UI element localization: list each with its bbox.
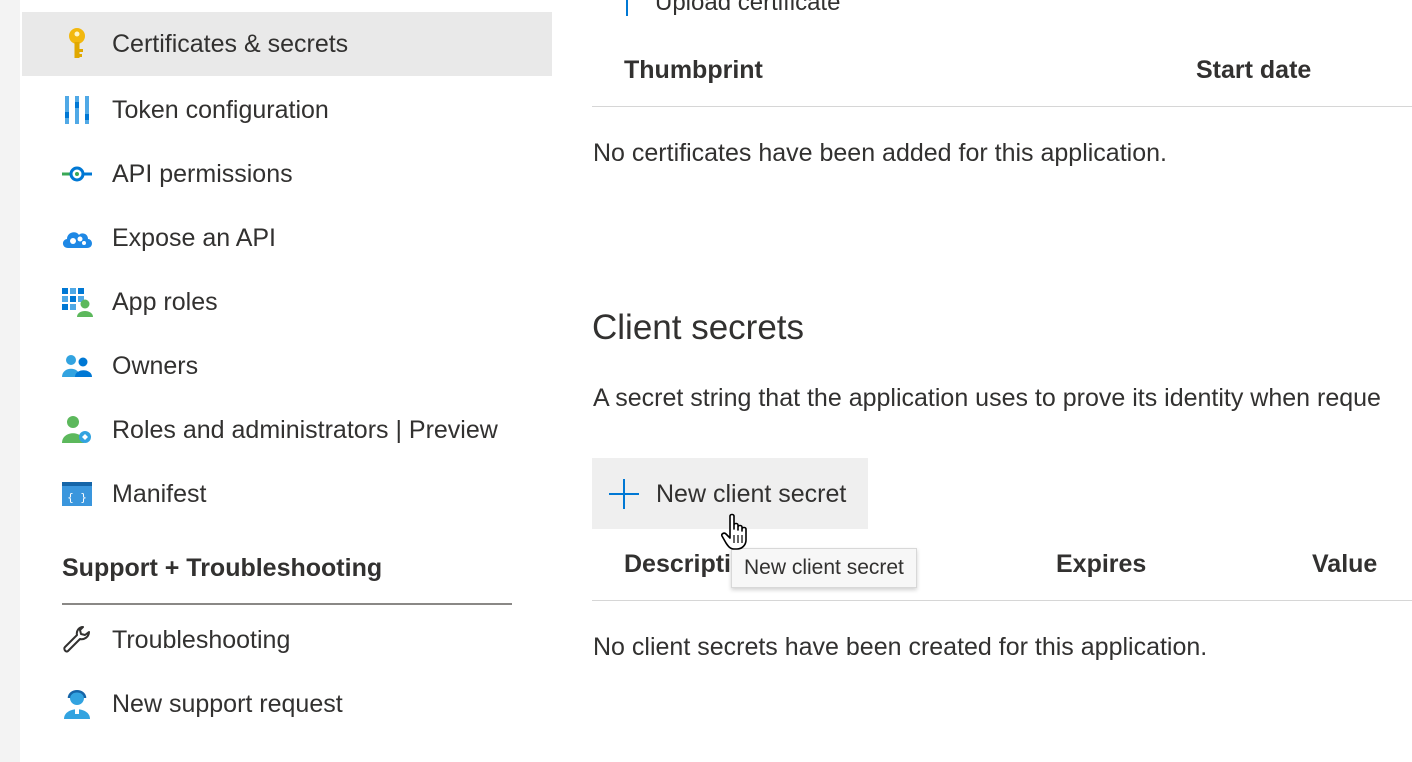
new-client-secret-label: New client secret [656, 480, 847, 508]
plus-icon [608, 478, 640, 510]
tooltip: New client secret [731, 548, 917, 588]
client-secrets-empty-message: No client secrets have been created for … [593, 633, 1208, 661]
column-header-value[interactable]: Value [1312, 550, 1377, 579]
sidebar: Certificates & secrets Token configurati… [20, 0, 552, 762]
sidebar-item-label: Roles and administrators | Preview [112, 415, 498, 444]
sidebar-item-certificates-secrets[interactable]: Certificates & secrets [22, 12, 552, 76]
hand-pointer-cursor-icon [721, 513, 753, 551]
table-header-divider [592, 106, 1412, 107]
client-secrets-heading: Client secrets [592, 308, 805, 347]
sidebar-item-owners[interactable]: Owners [22, 334, 552, 398]
roles-admin-icon [60, 413, 94, 447]
sidebar-item-label: API permissions [112, 159, 293, 188]
sidebar-item-label: Manifest [112, 479, 207, 508]
sidebar-item-troubleshooting[interactable]: Troubleshooting [22, 608, 552, 672]
column-header-start-date[interactable]: Start date [1196, 56, 1311, 85]
plus-icon [613, 0, 641, 25]
sidebar-item-token-configuration[interactable]: Token configuration [22, 78, 552, 142]
support-section-title: Support + Troubleshooting [62, 554, 383, 582]
sidebar-item-api-permissions[interactable]: API permissions [22, 142, 552, 206]
sidebar-item-manifest[interactable]: { } Manifest [22, 462, 552, 526]
client-secrets-description: A secret string that the application use… [593, 384, 1381, 412]
key-icon [60, 27, 94, 61]
section-divider [62, 603, 512, 605]
sidebar-item-label: Troubleshooting [112, 625, 291, 654]
sidebar-item-label: Certificates & secrets [112, 29, 349, 58]
left-gutter [0, 0, 20, 762]
app-registration-page: Certificates & secrets Token configurati… [0, 0, 1412, 762]
upload-certificate-label: Upload certificate [655, 0, 841, 16]
sidebar-item-expose-api[interactable]: Expose an API [22, 206, 552, 270]
sidebar-item-label: App roles [112, 287, 218, 316]
svg-text:{ }: { } [67, 491, 87, 504]
app-roles-icon [60, 285, 94, 319]
sidebar-item-app-roles[interactable]: App roles [22, 270, 552, 334]
table-header-divider [592, 600, 1412, 601]
column-header-expires[interactable]: Expires [1056, 550, 1146, 579]
column-header-description[interactable]: Descripti [624, 550, 731, 579]
sidebar-item-new-support-request[interactable]: New support request [22, 672, 552, 736]
column-header-thumbprint[interactable]: Thumbprint [624, 56, 763, 85]
cloud-api-icon [60, 221, 94, 255]
support-person-icon [60, 687, 94, 721]
token-config-icon [60, 93, 94, 127]
owners-icon [60, 349, 94, 383]
manifest-icon: { } [60, 477, 94, 511]
main-content: Upload certificate Thumbprint Start date… [552, 0, 1412, 762]
sidebar-item-label: Token configuration [112, 95, 329, 124]
certificates-empty-message: No certificates have been added for this… [593, 139, 1167, 167]
sidebar-item-roles-administrators[interactable]: Roles and administrators | Preview [22, 398, 552, 462]
wrench-icon [60, 623, 94, 657]
sidebar-item-label: New support request [112, 689, 343, 718]
sidebar-item-label: Expose an API [112, 223, 277, 252]
sidebar-item-label: Owners [112, 351, 199, 380]
api-permissions-icon [60, 157, 94, 191]
